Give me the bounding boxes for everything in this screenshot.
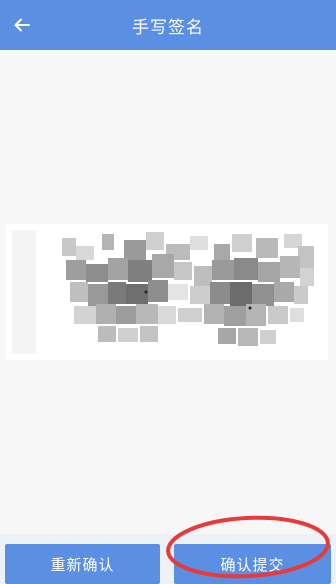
back-button[interactable]: [8, 11, 36, 39]
app-header: 手写签名: [0, 0, 336, 50]
page-title: 手写签名: [132, 17, 204, 38]
arrow-left-icon: [14, 18, 30, 32]
confirm-submit-button[interactable]: 确认提交: [174, 544, 331, 584]
redo-button[interactable]: 重新确认: [5, 544, 160, 584]
signature-canvas-area[interactable]: [0, 50, 336, 534]
signature-pad[interactable]: [6, 224, 328, 360]
signature-image: [12, 230, 314, 354]
action-bar: 重新确认 确认提交: [0, 534, 336, 584]
signature-screen: 手写签名 重新确认 确认提交: [0, 0, 336, 584]
